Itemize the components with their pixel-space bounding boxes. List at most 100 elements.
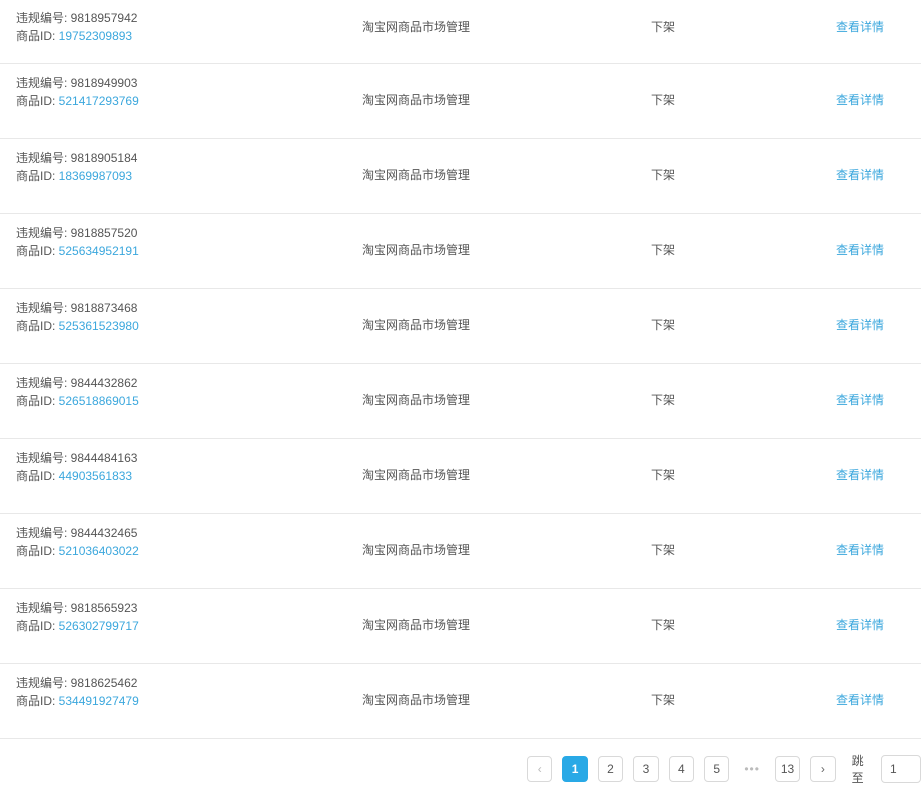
violation-number: 9818857520: [70, 226, 138, 240]
page-button-1[interactable]: 1: [562, 756, 588, 782]
view-details-link[interactable]: 查看详情: [836, 166, 884, 183]
product-id-link[interactable]: 525634952191: [59, 244, 139, 258]
product-id-label: 商品ID:: [16, 694, 59, 708]
view-details-link[interactable]: 查看详情: [836, 241, 884, 258]
category-cell: 淘宝网商品市场管理: [362, 693, 471, 707]
action-cell: 下架: [651, 93, 676, 107]
table-row: 违规编号: 9818905184 商品ID: 18369987093 淘宝网商品…: [0, 139, 921, 214]
category-cell: 淘宝网商品市场管理: [362, 393, 471, 407]
next-page-button[interactable]: ›: [810, 756, 836, 782]
product-id-link[interactable]: 18369987093: [59, 169, 132, 183]
category-cell: 淘宝网商品市场管理: [362, 20, 471, 34]
action-cell: 下架: [651, 693, 676, 707]
action-cell: 下架: [651, 168, 676, 182]
page-button-4[interactable]: 4: [668, 756, 695, 782]
violation-label: 违规编号:: [16, 151, 71, 165]
category-cell: 淘宝网商品市场管理: [362, 168, 471, 182]
row-identifiers: 违规编号: 9844432465 商品ID: 521036403022: [16, 524, 139, 560]
violation-number: 9818949903: [70, 76, 138, 90]
page-button-3[interactable]: 3: [633, 756, 659, 782]
product-id-label: 商品ID:: [16, 469, 59, 483]
view-details-link[interactable]: 查看详情: [836, 91, 884, 108]
product-id-link[interactable]: 526302799717: [59, 619, 139, 633]
table-row: 违规编号: 9818565923 商品ID: 526302799717 淘宝网商…: [0, 589, 921, 664]
product-id-link[interactable]: 19752309893: [59, 29, 132, 43]
product-id-link[interactable]: 534491927479: [59, 694, 139, 708]
jump-to-label: 跳至: [851, 754, 864, 785]
row-identifiers: 违规编号: 9818957942 商品ID: 19752309893: [16, 9, 137, 45]
product-id-link[interactable]: 526518869015: [59, 394, 139, 408]
category-cell: 淘宝网商品市场管理: [362, 468, 471, 482]
category-cell: 淘宝网商品市场管理: [362, 618, 471, 632]
page-button-2[interactable]: 2: [597, 756, 624, 782]
chevron-left-icon: ‹: [537, 762, 542, 776]
row-identifiers: 违规编号: 9844484163 商品ID: 44903561833: [16, 449, 137, 485]
category-cell: 淘宝网商品市场管理: [362, 318, 471, 332]
row-identifiers: 违规编号: 9818949903 商品ID: 521417293769: [16, 74, 139, 110]
page-button-last[interactable]: 13: [774, 756, 801, 782]
product-id-label: 商品ID:: [16, 169, 59, 183]
view-details-link[interactable]: 查看详情: [836, 18, 884, 35]
product-id-label: 商品ID:: [16, 244, 59, 258]
view-details-link[interactable]: 查看详情: [836, 391, 884, 408]
action-cell: 下架: [651, 468, 676, 482]
violation-label: 违规编号:: [16, 601, 71, 615]
product-id-label: 商品ID:: [16, 94, 59, 108]
violation-number: 9818565923: [70, 601, 138, 615]
violation-number: 9844432862: [70, 376, 138, 390]
pagination: ‹ 1 2 3 4 5 ••• 13 › 跳至: [527, 754, 921, 785]
view-details-link[interactable]: 查看详情: [836, 616, 884, 633]
violation-label: 违规编号:: [16, 526, 71, 540]
product-id-label: 商品ID:: [16, 319, 59, 333]
category-cell: 淘宝网商品市场管理: [362, 543, 471, 557]
table-row: 违规编号: 9818957942 商品ID: 19752309893 淘宝网商品…: [0, 0, 921, 64]
product-id-link[interactable]: 525361523980: [59, 319, 139, 333]
table-row: 违规编号: 9844432465 商品ID: 521036403022 淘宝网商…: [0, 514, 921, 589]
violation-number: 9818957942: [70, 11, 138, 25]
violation-label: 违规编号:: [16, 226, 71, 240]
product-id-label: 商品ID:: [16, 394, 59, 408]
action-cell: 下架: [651, 20, 676, 34]
table-row: 违规编号: 9844484163 商品ID: 44903561833 淘宝网商品…: [0, 439, 921, 514]
jump-to-page-input[interactable]: [881, 755, 921, 783]
table-row: 违规编号: 9818949903 商品ID: 521417293769 淘宝网商…: [0, 64, 921, 139]
violation-number: 9818625462: [70, 676, 138, 690]
violation-label: 违规编号:: [16, 301, 71, 315]
product-id-link[interactable]: 521417293769: [59, 94, 139, 108]
violation-table: 违规编号: 9818957942 商品ID: 19752309893 淘宝网商品…: [0, 0, 921, 739]
action-cell: 下架: [651, 543, 676, 557]
product-id-link[interactable]: 44903561833: [59, 469, 132, 483]
pagination-ellipsis[interactable]: •••: [739, 762, 764, 776]
violation-number: 9818905184: [70, 151, 138, 165]
view-details-link[interactable]: 查看详情: [836, 316, 884, 333]
row-identifiers: 违规编号: 9818905184 商品ID: 18369987093: [16, 149, 137, 185]
row-identifiers: 违规编号: 9818625462 商品ID: 534491927479: [16, 674, 139, 710]
product-id-label: 商品ID:: [16, 29, 59, 43]
violation-label: 违规编号:: [16, 676, 71, 690]
page-button-5[interactable]: 5: [704, 756, 730, 782]
violation-number: 9844432465: [70, 526, 138, 540]
row-identifiers: 违规编号: 9818873468 商品ID: 525361523980: [16, 299, 139, 335]
product-id-link[interactable]: 521036403022: [59, 544, 139, 558]
row-identifiers: 违规编号: 9818565923 商品ID: 526302799717: [16, 599, 139, 635]
violation-label: 违规编号:: [16, 76, 71, 90]
action-cell: 下架: [651, 318, 676, 332]
view-details-link[interactable]: 查看详情: [836, 466, 884, 483]
action-cell: 下架: [651, 618, 676, 632]
violation-label: 违规编号:: [16, 376, 71, 390]
row-identifiers: 违规编号: 9844432862 商品ID: 526518869015: [16, 374, 139, 410]
action-cell: 下架: [651, 243, 676, 257]
violation-number: 9818873468: [70, 301, 138, 315]
category-cell: 淘宝网商品市场管理: [362, 243, 471, 257]
row-identifiers: 违规编号: 9818857520 商品ID: 525634952191: [16, 224, 139, 260]
chevron-right-icon: ›: [820, 762, 825, 776]
view-details-link[interactable]: 查看详情: [836, 541, 884, 558]
table-row: 违规编号: 9818873468 商品ID: 525361523980 淘宝网商…: [0, 289, 921, 364]
product-id-label: 商品ID:: [16, 619, 59, 633]
violation-number: 9844484163: [70, 451, 138, 465]
view-details-link[interactable]: 查看详情: [836, 691, 884, 708]
prev-page-button[interactable]: ‹: [527, 756, 553, 782]
product-id-label: 商品ID:: [16, 544, 59, 558]
table-row: 违规编号: 9818857520 商品ID: 525634952191 淘宝网商…: [0, 214, 921, 289]
category-cell: 淘宝网商品市场管理: [362, 93, 471, 107]
